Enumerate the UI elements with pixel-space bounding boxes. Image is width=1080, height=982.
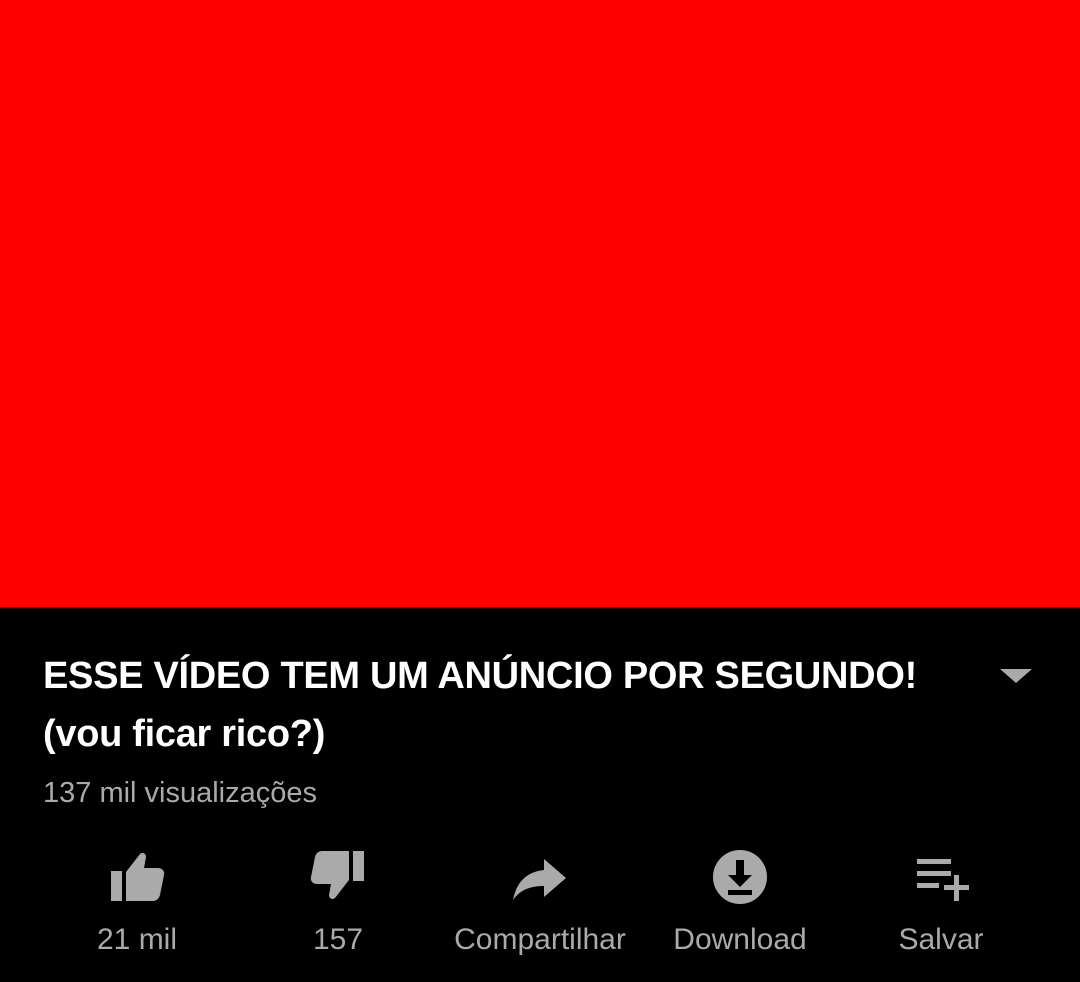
video-title-line-2: (vou ficar rico?)	[43, 713, 326, 755]
action-bar: 21 mil 157 Compartilhar Download Salvar	[0, 839, 1080, 969]
download-label: Download	[673, 923, 807, 956]
dislike-button[interactable]: 157	[238, 839, 438, 969]
download-icon	[708, 845, 772, 909]
like-count: 21 mil	[96, 923, 178, 956]
chevron-down-icon	[1000, 669, 1032, 683]
share-icon	[508, 845, 572, 909]
video-title[interactable]: ESSE VÍDEO TEM UM ANÚNCIO POR SEGUNDO! (…	[43, 647, 963, 763]
video-title-line-1: ESSE VÍDEO TEM UM ANÚNCIO POR SEGUNDO!	[43, 655, 917, 697]
view-count: 137 mil visualizações	[43, 777, 318, 809]
thumbs-down-icon	[306, 845, 370, 909]
video-player[interactable]	[0, 0, 1080, 607]
like-button[interactable]: 21 mil	[37, 839, 237, 969]
thumbs-up-icon	[105, 845, 169, 909]
save-button[interactable]: Salvar	[841, 839, 1041, 969]
video-info-panel: ESSE VÍDEO TEM UM ANÚNCIO POR SEGUNDO! (…	[0, 607, 1080, 982]
expand-description-button[interactable]	[994, 659, 1038, 689]
share-label: Compartilhar	[454, 923, 626, 956]
download-button[interactable]: Download	[640, 839, 840, 969]
save-label: Salvar	[898, 923, 984, 956]
add-to-playlist-icon	[909, 845, 973, 909]
share-button[interactable]: Compartilhar	[440, 839, 640, 969]
dislike-count: 157	[312, 923, 364, 956]
